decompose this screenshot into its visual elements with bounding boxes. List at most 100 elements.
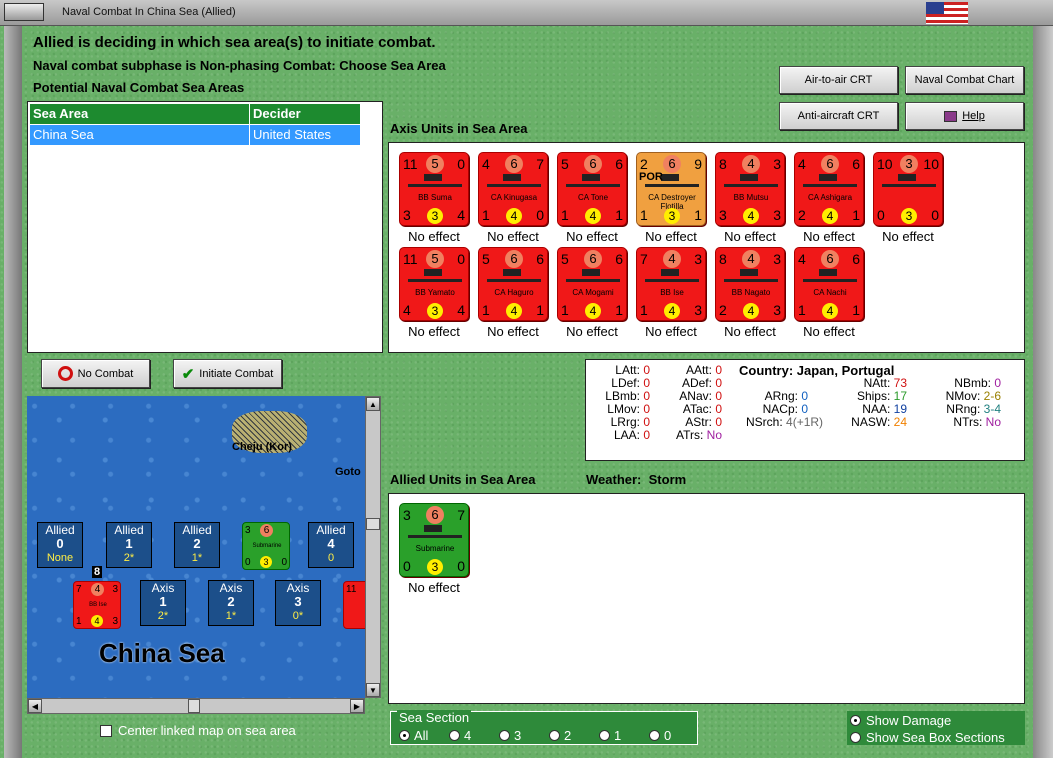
unit-counter[interactable]: 5 6 6 CA Haguro 1 4 1: [478, 247, 548, 321]
air-to-air-crt-button[interactable]: Air-to-air CRT: [779, 66, 898, 94]
scroll-h-thumb[interactable]: [188, 699, 200, 713]
stat-key: ARng:: [764, 389, 798, 403]
stat-key: NMov:: [945, 389, 981, 403]
show-damage-radio[interactable]: [850, 715, 861, 726]
map-vertical-scrollbar[interactable]: ▲ ▼: [365, 396, 381, 698]
stat-value: 0: [801, 389, 808, 403]
stack-count-badge: 8: [92, 566, 103, 578]
weather-indicator: Weather: Storm: [586, 472, 686, 487]
sea-section-radio[interactable]: [449, 730, 460, 741]
unit-aa: 2: [798, 207, 806, 223]
allied-sea-box[interactable]: Allied 2 1*: [174, 522, 220, 568]
no-combat-button[interactable]: No Combat: [41, 359, 150, 388]
ship-icon: [566, 174, 620, 187]
map-edge-counter[interactable]: 11: [343, 581, 365, 629]
scroll-up-arrow-icon[interactable]: ▲: [366, 397, 380, 411]
sea-box-status: 1*: [225, 610, 237, 622]
anti-aircraft-crt-button[interactable]: Anti-aircraft CRT: [779, 102, 898, 130]
sea-area-map[interactable]: Cheju (Kor) Goto Allied 0 None Allied 1 2* All…: [27, 396, 365, 698]
stat-key: LAA:: [613, 428, 640, 442]
show-sea-box-option[interactable]: Show Sea Box Sections: [850, 730, 1005, 745]
map-ise-name: BB Ise: [89, 602, 107, 608]
axis-sea-box[interactable]: Axis 1 2*: [140, 580, 186, 626]
help-button[interactable]: Help: [905, 102, 1024, 130]
unit-counter[interactable]: 5 6 6 CA Tone 1 4 1: [557, 152, 627, 226]
scroll-v-thumb[interactable]: [366, 518, 380, 530]
unit-counter[interactable]: 2 6 9 POR CA Destroyer Flotilla 1 3 1: [636, 152, 706, 226]
sea-box-number: 1: [159, 594, 167, 609]
center-map-checkbox[interactable]: [100, 724, 112, 737]
unit-counter[interactable]: 11 5 0 BB Yamato 4 3 4: [399, 247, 469, 321]
sea-section-radio[interactable]: [549, 730, 560, 741]
stat-key: NAA:: [862, 402, 891, 416]
row-sea-area-cell[interactable]: China Sea: [30, 125, 250, 145]
unit-asw: 4: [457, 302, 465, 318]
stat-key: ANav:: [679, 389, 712, 403]
checkmark-icon: ✔: [181, 365, 195, 383]
allied-sea-box[interactable]: Allied 4 0: [308, 522, 354, 568]
stat-key: NRng:: [946, 402, 981, 416]
sea-section-option[interactable]: 2: [549, 728, 571, 743]
unit-defense: 6: [505, 250, 523, 268]
axis-sea-box[interactable]: Axis 2 1*: [208, 580, 254, 626]
scroll-right-arrow-icon[interactable]: ▶: [350, 699, 364, 713]
initiate-combat-button[interactable]: ✔ Initiate Combat: [173, 359, 282, 388]
unit-range: 7: [457, 507, 465, 523]
unit-counter[interactable]: 8 4 3 BB Mutsu 3 4 3: [715, 152, 785, 226]
right-frame: [1033, 26, 1053, 758]
scroll-left-arrow-icon[interactable]: ◀: [28, 699, 42, 713]
show-damage-option[interactable]: Show Damage: [850, 713, 951, 728]
ship-icon: [645, 269, 699, 282]
stat-key: LAtt:: [615, 363, 640, 377]
sea-section-radio[interactable]: [599, 730, 610, 741]
allied-sea-box[interactable]: Allied 0 None: [37, 522, 83, 568]
map-bb-ise-counter[interactable]: 7 4 3 BB Ise 1 4 3: [73, 581, 121, 629]
sea-section-option-label: 2: [564, 728, 572, 743]
axis-units-panel: 11 5 0 BB Suma 3 3 4 No effect 4 6 7 CA Kinugasa 1 4 0…: [388, 142, 1025, 353]
unit-attack: 11: [403, 156, 418, 172]
sea-section-option[interactable]: 1: [599, 728, 621, 743]
center-map-option[interactable]: Center linked map on sea area: [100, 723, 296, 738]
stat-value: 0: [643, 402, 650, 416]
unit-counter[interactable]: 7 4 3 BB Ise 1 4 3: [636, 247, 706, 321]
unit-effect-label: No effect: [803, 229, 855, 244]
sea-section-option[interactable]: 3: [499, 728, 521, 743]
unit-counter[interactable]: 11 5 0 BB Suma 3 3 4: [399, 152, 469, 226]
unit-counter[interactable]: 10 3 10 0 3 0: [873, 152, 943, 226]
unit-counter[interactable]: 4 6 6 CA Nachi 1 4 1: [794, 247, 864, 321]
unit-counter[interactable]: 4 6 7 CA Kinugasa 1 4 0: [478, 152, 548, 226]
window-menu-button[interactable]: [4, 3, 44, 21]
unit-aa: 1: [640, 207, 648, 223]
stat-value: 0: [643, 363, 650, 377]
map-submarine-counter[interactable]: 3 6 Submarine 0 3 0: [242, 522, 290, 570]
allied-sea-box[interactable]: Allied 1 2*: [106, 522, 152, 568]
sea-section-radio[interactable]: [649, 730, 660, 741]
stat-key: LBmb:: [605, 389, 640, 403]
show-sea-box-radio[interactable]: [850, 732, 861, 743]
map-horizontal-scrollbar[interactable]: ◀ ▶: [27, 698, 365, 714]
sea-section-radio[interactable]: [499, 730, 510, 741]
unit-defense: 6: [663, 155, 681, 173]
scroll-down-arrow-icon[interactable]: ▼: [366, 683, 380, 697]
unit-effect-label: No effect: [408, 580, 460, 595]
stat-value: 0: [715, 363, 722, 377]
stat-value: 0: [643, 389, 650, 403]
axis-sea-box[interactable]: Axis 3 0*: [275, 580, 321, 626]
ship-icon: [566, 269, 620, 282]
status-line-1: Allied is deciding in which sea area(s) …: [33, 34, 436, 51]
sea-section-radio[interactable]: [399, 730, 410, 741]
unit-aa: 3: [403, 207, 411, 223]
unit-asw: 1: [852, 207, 860, 223]
stat-key: ADef:: [681, 376, 712, 390]
unit-counter[interactable]: 8 4 3 BB Nagato 2 4 3: [715, 247, 785, 321]
sea-section-option[interactable]: All: [399, 728, 428, 743]
unit-counter[interactable]: 3 6 7 Submarine 0 3 0: [399, 503, 469, 577]
unit-name: BB Ise: [660, 288, 684, 297]
naval-combat-chart-button[interactable]: Naval Combat Chart: [905, 66, 1024, 94]
unit-effect-label: No effect: [487, 229, 539, 244]
unit-counter[interactable]: 4 6 6 CA Ashigara 2 4 1: [794, 152, 864, 226]
unit-counter[interactable]: 5 6 6 CA Mogami 1 4 1: [557, 247, 627, 321]
sea-section-option[interactable]: 4: [449, 728, 471, 743]
sea-section-option[interactable]: 0: [649, 728, 671, 743]
row-decider-cell[interactable]: United States: [250, 125, 361, 145]
